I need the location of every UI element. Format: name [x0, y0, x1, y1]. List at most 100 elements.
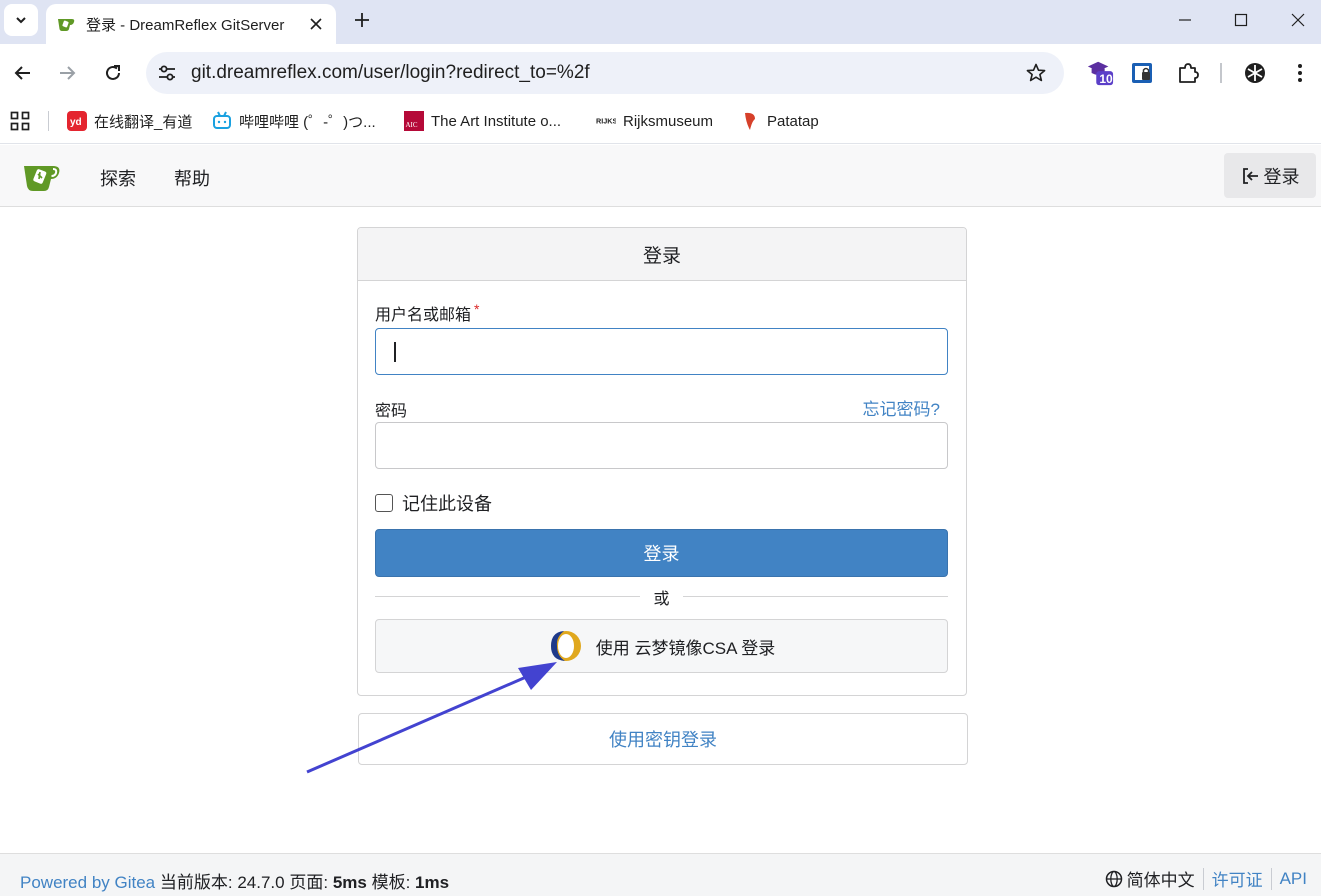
template-time-value: 1ms: [415, 873, 450, 892]
reload-icon: [106, 65, 120, 80]
tab-search-button[interactable]: [4, 4, 38, 36]
active-tab[interactable]: 登录 - DreamReflex GitServer: [46, 4, 336, 44]
address-bar[interactable]: git.dreamreflex.com/user/login?redirect_…: [146, 52, 1064, 94]
page-time-value: 5ms: [332, 873, 367, 892]
reload-button[interactable]: [97, 57, 129, 89]
svg-text:RIJKS: RIJKS: [596, 117, 616, 126]
close-tab-icon[interactable]: [304, 12, 328, 36]
or-divider: 或: [375, 585, 948, 608]
passkey-login-button[interactable]: 使用密钥登录: [358, 713, 968, 765]
version-label: 当前版本:: [159, 873, 233, 892]
browser-menu-button[interactable]: [1286, 59, 1314, 87]
api-link[interactable]: API: [1280, 869, 1307, 889]
page-time-label: 页面:: [289, 873, 329, 892]
site-settings-icon[interactable]: [156, 62, 178, 84]
bookmark-item-rijksmuseum[interactable]: RIJKS Rijksmuseum: [596, 110, 713, 132]
password-input[interactable]: [375, 422, 948, 469]
more-vert-icon: [1298, 64, 1302, 82]
globe-icon: [1105, 870, 1122, 887]
tab-strip: 登录 - DreamReflex GitServer: [0, 0, 1321, 44]
oauth-csa-login-button[interactable]: 使用 云梦镜像CSA 登录: [375, 619, 948, 673]
or-text: 或: [653, 591, 670, 608]
footer-links: 简体中文 许可证 API: [1105, 866, 1307, 891]
back-button[interactable]: [7, 57, 39, 89]
username-input[interactable]: [375, 328, 948, 375]
bookmark-label: Rijksmuseum: [623, 112, 714, 130]
close-window-button[interactable]: [1278, 4, 1318, 36]
extensions-button[interactable]: [1174, 59, 1202, 87]
arrow-left-icon: [14, 66, 30, 80]
powered-by-gitea-link[interactable]: Powered by Gitea: [20, 873, 155, 892]
language-selector[interactable]: 简体中文: [1105, 866, 1195, 891]
username-label: 用户名或邮箱 *: [375, 301, 479, 325]
svg-text:AIC: AIC: [406, 121, 418, 129]
bookmark-item-youdao[interactable]: yd 在线翻译_有道: [67, 110, 192, 132]
minimize-button[interactable]: [1165, 4, 1205, 36]
forward-button[interactable]: [51, 57, 83, 89]
remember-label: 记住此设备: [402, 494, 492, 514]
gitea-logo-icon[interactable]: [22, 159, 62, 193]
bilibili-icon: [212, 111, 232, 131]
bookmark-item-patatap[interactable]: Patatap: [740, 110, 819, 132]
required-asterisk: *: [474, 301, 480, 317]
template-time-label: 模板:: [371, 873, 411, 892]
browser-toolbar: git.dreamreflex.com/user/login?redirect_…: [0, 44, 1321, 102]
oauth-label: 使用 云梦镜像CSA 登录: [595, 638, 776, 658]
bookmark-item-bilibili[interactable]: 哔哩哔哩 (゜-゜)つ...: [212, 110, 376, 132]
login-card: 登录 用户名或邮箱 * 密码 忘记密码? 记住此设备 登录 或 使用 云梦镜像CS…: [357, 227, 967, 696]
extension-lock-button[interactable]: [1128, 59, 1156, 87]
new-tab-button[interactable]: [348, 6, 376, 34]
apps-grid-icon[interactable]: [10, 111, 30, 131]
signin-label: 登录: [1263, 166, 1300, 187]
username-label-text: 用户名或邮箱: [375, 307, 472, 324]
language-label: 简体中文: [1126, 871, 1195, 890]
bookmark-label: 哔哩哔哩 (゜-゜)つ...: [239, 113, 376, 131]
extension-graduation-button[interactable]: 10: [1086, 59, 1114, 87]
remember-device-row[interactable]: 记住此设备: [375, 490, 492, 516]
footer-separator: [1202, 867, 1204, 890]
login-submit-button[interactable]: 登录: [375, 529, 948, 577]
patatap-icon: [740, 111, 760, 131]
tab-title: 登录 - DreamReflex GitServer: [86, 16, 285, 34]
sign-in-icon: [1242, 167, 1258, 184]
nav-help[interactable]: 帮助: [174, 165, 210, 191]
chevron-down-icon: [16, 17, 26, 24]
minimize-icon: [1179, 19, 1191, 21]
extension-snowflake-button[interactable]: [1241, 59, 1269, 87]
version-value: 24.7.0: [237, 873, 285, 892]
gitea-navbar: 探索 帮助 登录: [0, 145, 1321, 207]
bookmarks-bar: yd 在线翻译_有道 哔哩哔哩 (゜-゜)つ... AIC The Art In…: [0, 102, 1321, 144]
nav-explore[interactable]: 探索: [100, 165, 136, 191]
bookmark-star-icon[interactable]: [1024, 61, 1048, 85]
maximize-button[interactable]: [1221, 4, 1261, 36]
close-icon: [1291, 13, 1305, 27]
forgot-password-link[interactable]: 忘记密码?: [863, 395, 940, 420]
plus-icon: [355, 13, 369, 27]
rijks-icon: RIJKS: [596, 111, 616, 131]
note-lock-icon: [1132, 63, 1152, 83]
text-caret: [394, 342, 396, 362]
footer-info: Powered by Gitea 当前版本: 24.7.0 页面: 5ms 模板…: [20, 868, 449, 893]
remember-checkbox[interactable]: [375, 494, 393, 512]
bookmark-label: Patatap: [767, 112, 819, 130]
url-text: git.dreamreflex.com/user/login?redirect_…: [191, 62, 590, 83]
bookmark-item-art-institute[interactable]: AIC The Art Institute o...: [404, 110, 561, 132]
snowflake-icon: [1245, 63, 1265, 83]
csa-logo-icon: [550, 631, 581, 661]
maximize-icon: [1234, 13, 1248, 27]
gitea-favicon-icon: [56, 14, 76, 34]
toolbar-separator: [1220, 63, 1222, 83]
page-footer: Powered by Gitea 当前版本: 24.7.0 页面: 5ms 模板…: [0, 853, 1321, 896]
password-label: 密码: [375, 403, 408, 420]
arrow-right-icon: [60, 66, 76, 80]
login-card-title: 登录: [358, 228, 966, 281]
license-link[interactable]: 许可证: [1212, 866, 1263, 891]
nav-signin-button[interactable]: 登录: [1224, 153, 1316, 198]
footer-separator: [1270, 867, 1272, 890]
bookmark-label: 在线翻译_有道: [94, 113, 193, 131]
svg-text:yd: yd: [70, 117, 82, 128]
bookmark-label: The Art Institute o...: [431, 112, 562, 130]
extension-badge: 10: [1099, 72, 1113, 86]
youdao-icon: yd: [67, 111, 87, 131]
puzzle-icon: [1179, 63, 1199, 83]
